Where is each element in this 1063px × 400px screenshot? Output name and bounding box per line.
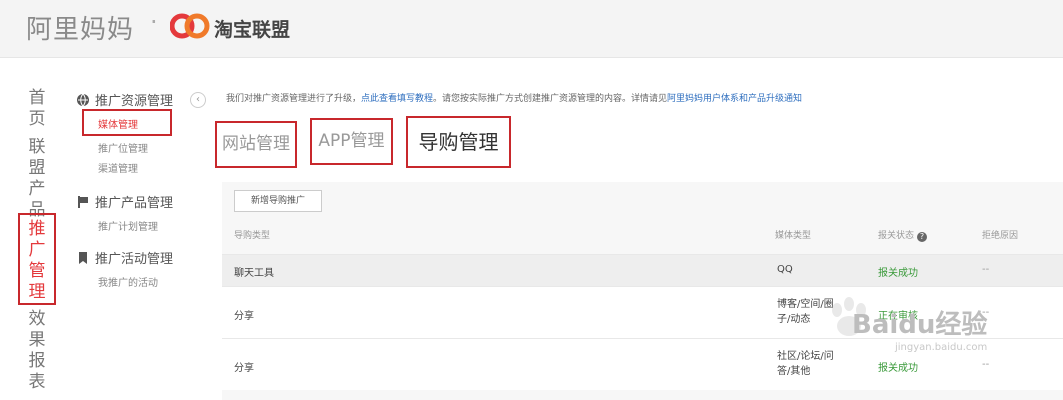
highlight-box-subnav [82,109,172,136]
top-header: 阿里妈妈 · 淘宝联盟 [0,0,1063,58]
upgrade-notice-link[interactable]: 阿里妈妈用户体系和产品升级通知 [667,94,802,104]
subnav-group-label: 推广资源管理 [95,94,174,109]
watermark-url: jingyan.baidu.com [895,342,988,353]
nav-item-union-products[interactable]: 联盟产品 [22,137,52,221]
notice-text: 我们对推广资源管理进行了升级， [226,94,362,104]
help-icon[interactable]: ? [917,232,928,242]
upgrade-notice: 我们对推广资源管理进行了升级，点此查看填写教程。请您按实际推广方式创建推广资源管… [226,91,802,104]
subnav-item-plan[interactable]: 推广计划管理 [98,218,158,233]
column-header: 导购类型 [234,231,271,241]
add-guide-promotion-button[interactable]: 新增导购推广 [234,190,322,212]
table-header: 导购类型 媒体类型 报关状态? 拒绝原因 [222,222,1063,246]
cell-status: 报关成功 [878,268,918,279]
subnav-item-channel[interactable]: 渠道管理 [98,160,138,175]
notice-text: 。请您按实际推广方式创建推广资源管理的内容。详情请见 [433,94,668,104]
watermark-text: Baidu经验 [852,310,988,340]
bookmark-icon [79,252,87,264]
cell-guide-type: 分享 [234,311,254,322]
subnav-item-adzone[interactable]: 推广位管理 [98,140,148,155]
tab-guide-manage[interactable]: 导购管理 [406,116,511,168]
tutorial-link[interactable]: 点此查看填写教程 [361,94,433,104]
subnav-item-my-activity[interactable]: 我推广的活动 [98,274,158,289]
cell-guide-type: 分享 [234,363,254,374]
subnav-group-label: 推广产品管理 [95,196,174,211]
cell-reject-reason: -- [982,264,990,275]
subnav-group-activity[interactable]: 推广活动管理 [76,248,173,267]
column-header: 媒体类型 [775,231,812,241]
highlight-box-nav [18,213,56,305]
brand-separator: · [150,8,158,36]
tab-website-manage[interactable]: 网站管理 [215,121,297,168]
globe-icon [77,93,89,107]
subnav-group-label: 推广活动管理 [95,252,174,267]
taobao-union-logo-icon[interactable] [170,12,210,40]
column-header: 报关状态? [878,228,928,242]
column-header-label: 报关状态 [878,231,915,241]
brand-alimama[interactable]: 阿里妈妈 [26,9,134,46]
subnav-group-product[interactable]: 推广产品管理 [76,192,173,211]
column-header: 拒绝原因 [982,231,1019,241]
brand-taobao-union[interactable]: 淘宝联盟 [214,15,290,42]
flag-icon [78,196,88,208]
nav-item-home[interactable]: 首页 [22,88,52,130]
subnav-group-resource[interactable]: 推广资源管理 [76,90,173,109]
cell-guide-type: 聊天工具 [234,268,274,279]
guide-manage-panel: 新增导购推广 导购类型 媒体类型 报关状态? 拒绝原因 聊天工具 QQ 报关成功… [222,182,1063,400]
nav-item-reports[interactable]: 效果报表 [22,309,52,393]
collapse-sidebar-button[interactable]: ‹ [190,92,206,108]
cell-media-type: QQ [777,264,793,275]
tab-app-manage[interactable]: APP管理 [310,118,393,165]
table-row[interactable]: 聊天工具 QQ 报关成功 -- [222,254,1063,286]
